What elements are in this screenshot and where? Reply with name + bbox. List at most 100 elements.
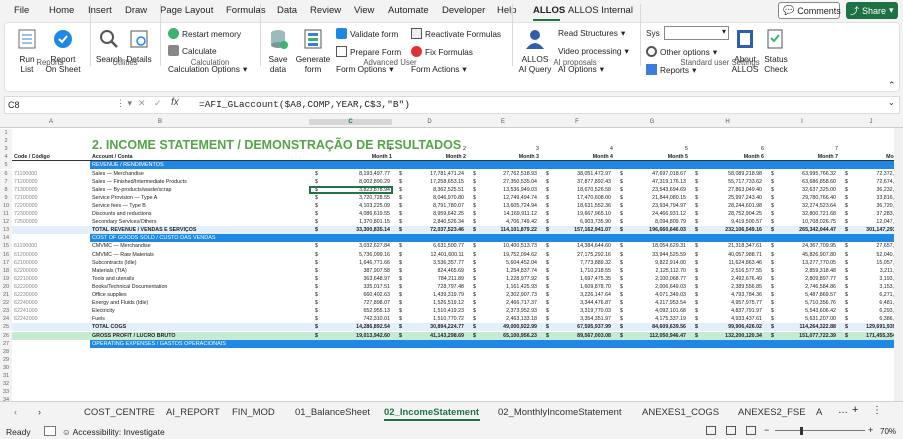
value-cell[interactable]: 2,302,907.73 (479, 291, 537, 299)
account-code[interactable]: 72300000 (14, 210, 38, 218)
menu-file[interactable]: File (14, 5, 29, 16)
row-header-27[interactable]: 27 (0, 339, 12, 348)
value-cell[interactable]: 99,906,426.02 (704, 323, 762, 331)
account-code[interactable]: 72500000 (14, 218, 38, 226)
value-cell[interactable]: 6,631,500.77 (406, 242, 464, 250)
value-cell[interactable]: 114,101,879.22 (479, 226, 537, 234)
generate-form-button[interactable]: Generate form (294, 28, 332, 74)
value-cell[interactable]: 1,710,218.55 (553, 267, 611, 275)
row-header-17[interactable]: 17 (0, 258, 12, 267)
value-cell[interactable]: 13,605,724.94 (479, 202, 537, 210)
row-header-18[interactable]: 18 (0, 266, 12, 275)
name-box-dropdown[interactable]: ⋮ ▾ (116, 98, 132, 109)
value-cell[interactable]: 132,200,120.34 (704, 332, 762, 340)
value-cell[interactable]: 8,791,780.07 (406, 202, 464, 210)
tab-02_incomestatement[interactable]: 02_IncomeStatement (384, 407, 479, 418)
accessibility-status[interactable]: ☺ Accessibility: Investigate (62, 427, 165, 437)
value-cell[interactable]: 114,264,322.88 (778, 323, 836, 331)
menu-developer[interactable]: Developer (442, 5, 485, 16)
menu-page-layout[interactable]: Page Layout (160, 5, 213, 16)
value-cell[interactable]: 363,648.97 (332, 275, 390, 283)
value-cell[interactable]: 5,710,356.76 (778, 299, 836, 307)
value-cell[interactable]: 37,283,33 (842, 210, 900, 218)
value-cell[interactable]: 387,907.58 (332, 267, 390, 275)
account-name[interactable]: Service fees — Type B (92, 202, 146, 210)
account-code[interactable]: 71100000 (14, 170, 37, 178)
value-cell[interactable]: 14,384,644.60 (553, 242, 611, 250)
value-cell[interactable]: 21,844,080.15 (628, 194, 686, 202)
value-cell[interactable]: 2,006,649.03 (628, 283, 686, 291)
value-cell[interactable]: 6,293,44 (842, 307, 900, 315)
value-cell[interactable]: 72,037,523.46 (406, 226, 464, 234)
row-header-20[interactable]: 20 (0, 282, 12, 291)
value-cell[interactable]: 4,933,437.61 (704, 315, 762, 323)
tab-scroll-left-icon[interactable]: ‹ (14, 407, 17, 417)
column-header-c[interactable]: C (309, 119, 392, 125)
account-name[interactable]: Sales — Merchandise (92, 170, 144, 178)
row-header-24[interactable]: 24 (0, 315, 12, 324)
value-cell[interactable]: 28,752,904.25 (704, 210, 762, 218)
value-cell[interactable]: 1,370,801.15 (332, 218, 390, 226)
value-cell[interactable]: 47,319,176.13 (628, 178, 686, 186)
value-cell[interactable]: 1,510,419.23 (406, 307, 464, 315)
allos-ai-query-button[interactable]: ALLOS AI Query (518, 28, 552, 74)
value-cell[interactable]: 3,354,351.97 (553, 315, 611, 323)
value-cell[interactable]: 2,859,318.48 (778, 267, 836, 275)
value-cell[interactable]: 4,071,349.03 (628, 291, 686, 299)
account-name[interactable]: Tools and utensils (92, 275, 134, 283)
account-code[interactable]: 62210000 (14, 275, 38, 283)
value-cell[interactable]: 18,670,526.58 (553, 186, 611, 194)
sys-dropdown[interactable]: ▾ (664, 26, 729, 40)
value-cell[interactable]: 25,997,243.40 (704, 194, 762, 202)
value-cell[interactable]: 27,863,049.40 (704, 186, 762, 194)
value-cell[interactable]: 2,389,556.85 (704, 283, 762, 291)
value-cell[interactable]: 4,175,337.19 (628, 315, 686, 323)
column-header-f[interactable]: F (540, 119, 614, 125)
menu-home[interactable]: Home (49, 5, 74, 16)
value-cell[interactable]: 232,106,549.16 (704, 226, 762, 234)
row-header-9[interactable]: 9 (0, 193, 12, 202)
value-cell[interactable]: 157,162,941.07 (553, 226, 611, 234)
value-cell[interactable]: 63,686,858.60 (778, 178, 836, 186)
account-code[interactable]: 62230000 (14, 291, 38, 299)
vertical-scrollbar[interactable] (894, 128, 903, 401)
value-cell[interactable]: 6,271,20 (842, 291, 900, 299)
value-cell[interactable]: 4,092,101.68 (628, 307, 686, 315)
tab-anexes2_fse[interactable]: ANEXES2_FSE (738, 407, 806, 418)
value-cell[interactable]: 17,781,471.24 (406, 170, 464, 178)
row-header-26[interactable]: 26 (0, 331, 12, 340)
row-header-33[interactable]: 33 (0, 388, 12, 397)
value-cell[interactable]: 6,481,47 (842, 299, 900, 307)
value-cell[interactable]: 265,342,044.47 (778, 226, 836, 234)
row-header-8[interactable]: 8 (0, 185, 12, 194)
value-cell[interactable]: 8,193,497.77 (332, 170, 390, 178)
value-cell[interactable]: 301,147,293.1 (842, 226, 900, 234)
zoom-in-button[interactable]: + (868, 425, 873, 435)
tab-cost_centre[interactable]: COST_CENTRE (84, 407, 155, 418)
value-cell[interactable]: 1,609,878.70 (553, 283, 611, 291)
value-cell[interactable]: 65,100,956.23 (479, 332, 537, 340)
row-header-29[interactable]: 29 (0, 355, 12, 364)
value-cell[interactable]: 21,318,347.61 (704, 242, 762, 250)
prepare-form-button[interactable]: Prepare Form (336, 46, 401, 57)
value-cell[interactable]: 41,143,298.69 (406, 332, 464, 340)
value-cell[interactable]: 10,400,513.73 (479, 242, 537, 250)
value-cell[interactable]: 1,228,977.92 (479, 275, 537, 283)
value-cell[interactable]: 5,543,606.42 (778, 307, 836, 315)
account-name[interactable]: Sales — By-products/waste/scrap (92, 186, 171, 194)
value-cell[interactable]: 58,089,218.98 (704, 170, 762, 178)
row-header-28[interactable]: 28 (0, 347, 12, 356)
value-cell[interactable]: 23,543,694.69 (628, 186, 686, 194)
account-code[interactable]: 71200000 (14, 178, 38, 186)
value-cell[interactable]: 112,050,946.47 (628, 332, 686, 340)
name-box[interactable]: C8 (5, 98, 115, 112)
row-header-2[interactable]: 2 (0, 137, 12, 146)
account-name[interactable]: Sales — Finished/Intermediate Products (92, 178, 187, 186)
row-header-3[interactable]: 3 (0, 145, 12, 154)
value-cell[interactable]: 4,706,749.42 (479, 218, 537, 226)
column-header-e[interactable]: E (467, 119, 539, 125)
selected-cell-c8[interactable] (309, 185, 393, 194)
value-cell[interactable]: 49,000,922.99 (479, 323, 537, 331)
value-cell[interactable]: 1,697,475.35 (553, 275, 611, 283)
normal-view-icon[interactable] (706, 426, 716, 435)
